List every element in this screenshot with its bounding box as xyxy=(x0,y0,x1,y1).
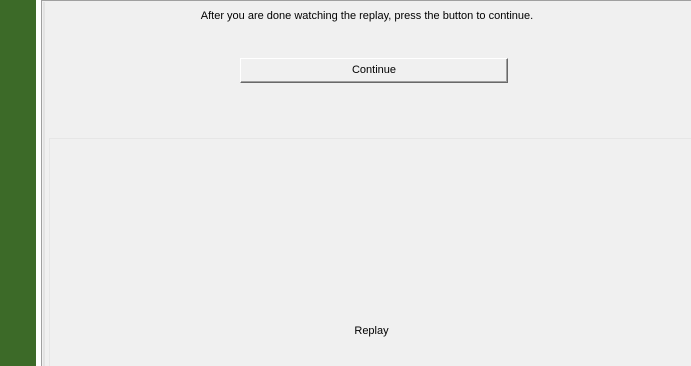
continue-button[interactable]: Continue xyxy=(240,58,508,83)
panel-inner-edge xyxy=(43,2,45,366)
sidebar-strip xyxy=(0,0,36,366)
replay-label: Replay xyxy=(354,325,389,337)
replay-panel: Replay xyxy=(49,138,691,366)
window-root: After you are done watching the replay, … xyxy=(0,0,691,366)
instruction-text: After you are done watching the replay, … xyxy=(200,10,534,22)
main-panel: After you are done watching the replay, … xyxy=(41,0,691,366)
